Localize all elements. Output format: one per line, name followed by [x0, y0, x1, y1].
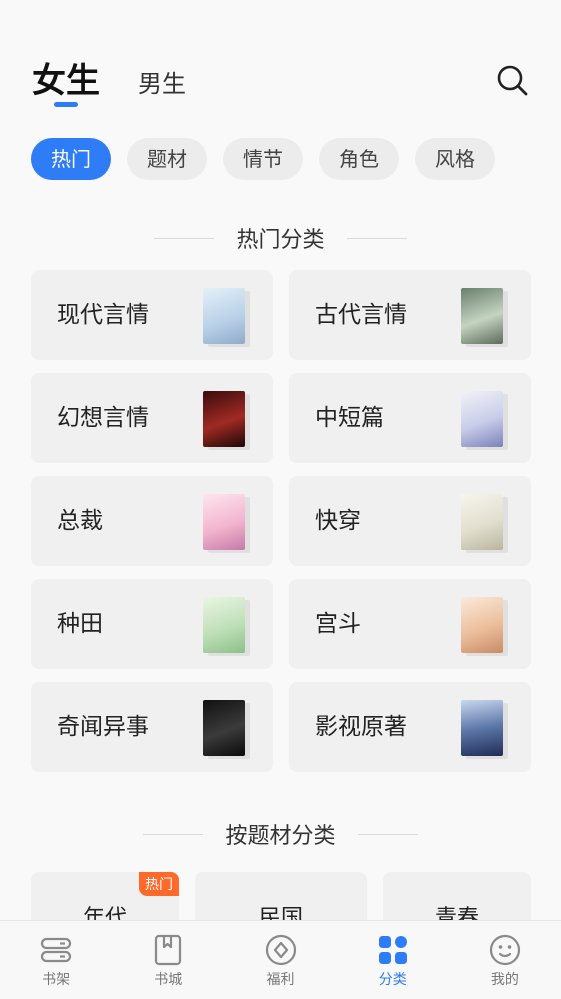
profile-icon: [489, 934, 521, 966]
nav-welfare[interactable]: 福利: [224, 921, 336, 999]
theme-section-title: 按题材分类: [0, 818, 561, 850]
book-cover-image: [203, 391, 245, 447]
chip-hot[interactable]: 热门: [31, 138, 111, 180]
search-icon: [497, 65, 528, 96]
chip-style[interactable]: 风格: [415, 138, 495, 180]
category-label: 中短篇: [315, 405, 384, 431]
bookstore-icon: [155, 934, 182, 966]
hot-section-label: 热门分类: [236, 228, 325, 253]
tab-female-label: 女生: [32, 61, 100, 101]
book-cover-image: [203, 494, 245, 550]
category-label: 幻想言情: [57, 405, 149, 431]
category-item[interactable]: 现代言情: [31, 270, 273, 360]
book-cover-image: [203, 288, 245, 344]
book-cover-image: [461, 494, 503, 550]
divider-line: [357, 833, 418, 835]
hot-section-title: 热门分类: [0, 222, 561, 254]
category-item[interactable]: 中短篇: [289, 373, 531, 463]
category-item[interactable]: 奇闻异事: [31, 682, 273, 772]
chip-theme[interactable]: 题材: [127, 138, 207, 180]
theme-section-label: 按题材分类: [225, 824, 336, 849]
category-item[interactable]: 快穿: [289, 476, 531, 566]
filter-chips: 热门 题材 情节 角色 风格: [31, 138, 511, 180]
category-label: 总裁: [57, 508, 103, 534]
bottom-nav: 书架 书城 福利 分类 我的: [0, 920, 561, 999]
nav-bookstore[interactable]: 书城: [112, 921, 224, 999]
nav-label: 书架: [42, 972, 71, 988]
nav-label: 我的: [490, 972, 519, 988]
chip-role[interactable]: 角色: [319, 138, 399, 180]
divider-line: [346, 237, 407, 239]
divider-line: [154, 237, 215, 239]
category-item[interactable]: 古代言情: [289, 270, 531, 360]
category-label: 快穿: [315, 508, 361, 534]
category-label: 奇闻异事: [57, 714, 149, 740]
chip-plot[interactable]: 情节: [223, 138, 303, 180]
book-cover-image: [203, 597, 245, 653]
active-tab-indicator: [54, 102, 78, 107]
category-icon: [378, 936, 407, 964]
category-item[interactable]: 幻想言情: [31, 373, 273, 463]
tab-male[interactable]: 男生: [138, 64, 186, 104]
bookshelf-icon: [40, 937, 72, 963]
category-label: 古代言情: [315, 302, 407, 328]
nav-bookshelf[interactable]: 书架: [0, 921, 112, 999]
category-item[interactable]: 宫斗: [289, 579, 531, 669]
category-item[interactable]: 总裁: [31, 476, 273, 566]
divider-line: [143, 833, 204, 835]
nav-label: 书城: [154, 972, 183, 988]
gender-tabs: 女生 男生: [32, 58, 186, 107]
category-item[interactable]: 影视原著: [289, 682, 531, 772]
category-label: 影视原著: [315, 714, 407, 740]
nav-profile[interactable]: 我的: [449, 921, 561, 999]
tab-female[interactable]: 女生: [32, 58, 100, 107]
book-cover-image: [461, 288, 503, 344]
book-cover-image: [203, 700, 245, 756]
category-label: 现代言情: [57, 302, 149, 328]
book-cover-image: [461, 597, 503, 653]
nav-label: 分类: [378, 972, 407, 988]
category-label: 宫斗: [315, 611, 361, 637]
book-cover-image: [461, 391, 503, 447]
hot-badge: 热门: [139, 872, 179, 896]
search-button[interactable]: [494, 62, 530, 98]
category-item[interactable]: 种田: [31, 579, 273, 669]
nav-category[interactable]: 分类: [337, 921, 449, 999]
hot-category-grid: 现代言情 古代言情 幻想言情 中短篇 总裁 快穿 种田 宫斗 奇闻异事 影视原著: [31, 270, 531, 772]
book-cover-image: [461, 700, 503, 756]
welfare-icon: [265, 934, 296, 966]
category-label: 种田: [57, 611, 103, 637]
nav-label: 福利: [266, 972, 295, 988]
